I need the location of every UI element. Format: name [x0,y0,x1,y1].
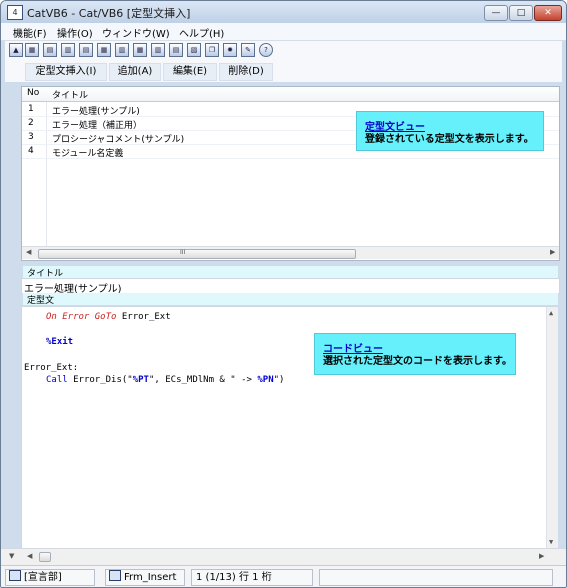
copy-icon[interactable]: ❐ [205,43,219,57]
grid2-icon[interactable]: ▦ [133,43,147,57]
close-button[interactable]: ✕ [534,5,562,21]
template-list: No タイトル 1 エラー処理(サンプル) 2 エラー処理（補正用） 3 プロシ… [21,86,560,261]
status-form: Frm_Insert [105,569,185,586]
code-view[interactable]: On Error GoTo Error_Ext %Exit Error_Ext:… [21,306,558,551]
window-title: CatVB6 - Cat/VB6 [定型文挿入] [27,7,191,20]
title-band: タイトル [23,266,558,279]
export-icon[interactable]: ▦ [25,43,39,57]
doc2-icon[interactable]: ▥ [61,43,75,57]
status-position: 1 (1/13) 行 1 桁 [191,569,313,586]
maximize-button[interactable]: □ [509,5,533,21]
menu-function[interactable]: 機能(F) [13,25,47,40]
code-line-3: Error_Ext: [24,363,79,373]
status-section-text: [宣言部] [24,572,62,583]
add-button[interactable]: 追加(A) [109,63,161,81]
scroll-left-icon[interactable]: ◀ [27,552,32,560]
doc3-icon[interactable]: ▤ [79,43,93,57]
scroll-grip-icon: III [180,249,186,256]
scroll-left-icon[interactable]: ◀ [26,248,31,256]
menu-help[interactable]: ヘルプ(H) [179,25,224,40]
menu-bar: 機能(F) 操作(O) ウィンドウ(W) ヘルプ(H) [1,23,566,41]
row-no: 2 [28,118,34,128]
body-band: 定型文 [23,293,558,306]
pin-icon[interactable]: ▲ [9,43,23,57]
callout-text: 登録されている定型文を表示します。 [365,134,534,145]
code-view-callout: コードビュー 選択された定型文のコードを表示します。 [314,333,516,375]
scroll-down-arrow-icon[interactable]: ▼ [9,552,14,560]
vertical-scrollbar[interactable]: ▲ ▼ [546,307,558,550]
app-icon: 4 [7,5,23,20]
title-field[interactable]: エラー処理(サンプル) [21,278,560,295]
row-no: 1 [28,104,34,114]
toolbar: ▲ ▦ ▤ ▥ ▤ ▦ ▥ ▦ ▥ ▤ ▧ ❐ ✹ ✎ ? [5,41,562,59]
menu-operation[interactable]: 操作(O) [57,25,93,40]
scroll-thumb[interactable] [39,552,51,562]
edit-button[interactable]: 編集(E) [163,63,217,81]
scroll-thumb[interactable] [38,249,356,259]
main-window: 4 CatVB6 - Cat/VB6 [定型文挿入] — □ ✕ 機能(F) 操… [0,0,567,588]
title-bar[interactable]: 4 CatVB6 - Cat/VB6 [定型文挿入] — □ ✕ [1,1,566,23]
brush-icon[interactable]: ✎ [241,43,255,57]
scroll-down-icon[interactable]: ▼ [549,538,553,546]
table-icon[interactable]: ▤ [169,43,183,57]
code-line-2: %Exit [46,337,74,347]
row-title: モジュール名定義 [52,149,124,159]
minimize-button[interactable]: — [484,5,508,21]
doc-icon[interactable]: ▤ [43,43,57,57]
help-icon[interactable]: ? [259,43,273,57]
status-position-text: 1 (1/13) 行 1 桁 [196,572,272,583]
column-title[interactable]: タイトル [52,88,88,101]
scroll-right-icon[interactable]: ▶ [550,248,555,256]
gear-icon[interactable]: ✹ [223,43,237,57]
callout-text: 選択された定型文のコードを表示します。 [323,356,512,367]
code-line-4: Call Error_Dis("%PT", ECs_MDlNm & " -> %… [46,375,285,385]
status-empty [319,569,553,586]
doc4-icon[interactable]: ▦ [97,43,111,57]
grid-icon[interactable]: ▥ [115,43,129,57]
code-line-1: On Error GoTo Error_Ext [46,312,171,322]
list-view-callout: 定型文ビュー 登録されている定型文を表示します。 [356,111,544,151]
scroll-right-icon[interactable]: ▶ [539,552,544,560]
body-band-label: 定型文 [27,296,55,306]
delete-button[interactable]: 削除(D) [219,63,273,81]
command-bar: 定型文挿入(I) 追加(A) 編集(E) 削除(D) [5,59,562,82]
form-icon [9,570,21,581]
menu-window[interactable]: ウィンドウ(W) [102,25,170,40]
status-form-text: Frm_Insert [124,572,177,583]
column-no[interactable]: No [27,88,39,98]
row-no: 4 [28,146,34,156]
horizontal-scrollbar[interactable]: ◀ III ▶ [22,246,559,259]
code-hscrollbar[interactable]: ▼ ◀ ▶ [1,548,566,565]
list-header: No タイトル [22,87,559,102]
status-section: [宣言部] [5,569,95,586]
row-no: 3 [28,132,34,142]
scroll-up-icon[interactable]: ▲ [549,309,553,317]
form-icon [109,570,121,581]
grid3-icon[interactable]: ▥ [151,43,165,57]
image-icon[interactable]: ▧ [187,43,201,57]
status-bar: [宣言部] Frm_Insert 1 (1/13) 行 1 桁 [1,565,566,587]
insert-template-button[interactable]: 定型文挿入(I) [25,63,107,81]
